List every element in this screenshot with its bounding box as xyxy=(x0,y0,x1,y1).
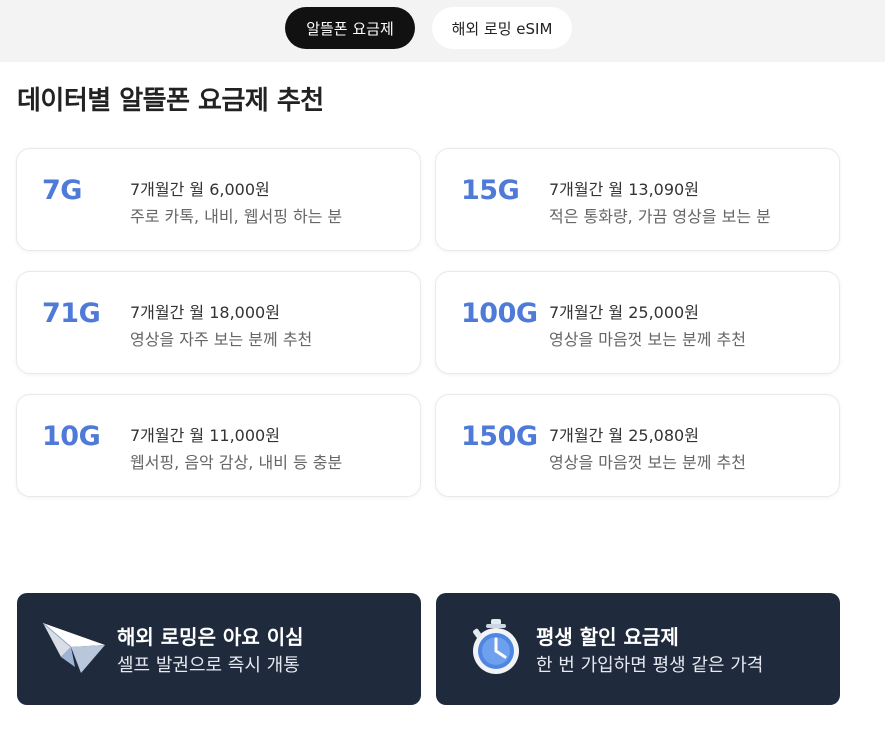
plan-data-amount: 10G xyxy=(42,421,101,452)
plan-card-7g[interactable]: 7G 7개월간 월 6,000원 주로 카톡, 내비, 웹서핑 하는 분 xyxy=(16,148,421,251)
plan-card-10g[interactable]: 10G 7개월간 월 11,000원 웹서핑, 음악 감상, 내비 등 충분 xyxy=(16,394,421,497)
promo-subtitle: 셀프 발권으로 즉시 개통 xyxy=(117,655,300,676)
plan-description: 적은 통화량, 가끔 영상을 보는 분 xyxy=(549,207,771,226)
plan-description: 웹서핑, 음악 감상, 내비 등 충분 xyxy=(130,453,343,472)
plan-price: 7개월간 월 11,000원 xyxy=(130,426,280,445)
promo-roaming-esim[interactable]: 해외 로밍은 아요 이심 셀프 발권으로 즉시 개통 xyxy=(17,593,421,705)
plan-card-15g[interactable]: 15G 7개월간 월 13,090원 적은 통화량, 가끔 영상을 보는 분 xyxy=(435,148,840,251)
plan-price: 7개월간 월 25,000원 xyxy=(549,303,699,322)
promo-subtitle: 한 번 가입하면 평생 같은 가격 xyxy=(536,655,764,676)
plan-card-100g[interactable]: 100G 7개월간 월 25,000원 영상을 마음껏 보는 분께 추천 xyxy=(435,271,840,374)
plan-description: 주로 카톡, 내비, 웹서핑 하는 분 xyxy=(130,207,343,226)
promo-title: 평생 할인 요금제 xyxy=(536,625,679,649)
tab-roaming-esim[interactable]: 해외 로밍 eSIM xyxy=(432,7,572,49)
top-tab-bar: 알뜰폰 요금제 해외 로밍 eSIM xyxy=(0,0,885,62)
plan-data-amount: 15G xyxy=(461,175,520,206)
plan-description: 영상을 자주 보는 분께 추천 xyxy=(130,330,313,349)
plan-description: 영상을 마음껏 보는 분께 추천 xyxy=(549,453,746,472)
plan-data-amount: 7G xyxy=(42,175,82,206)
paper-plane-icon xyxy=(42,622,105,673)
plan-card-71g[interactable]: 71G 7개월간 월 18,000원 영상을 자주 보는 분께 추천 xyxy=(16,271,421,374)
plan-description: 영상을 마음껏 보는 분께 추천 xyxy=(549,330,746,349)
plan-price: 7개월간 월 13,090원 xyxy=(549,180,699,199)
tab-mvno-plans[interactable]: 알뜰폰 요금제 xyxy=(285,7,415,49)
stopwatch-icon xyxy=(473,619,519,674)
plan-data-amount: 71G xyxy=(42,298,101,329)
plan-data-amount: 150G xyxy=(461,421,538,452)
plan-price: 7개월간 월 6,000원 xyxy=(130,180,270,199)
promo-title: 해외 로밍은 아요 이심 xyxy=(117,625,304,649)
plan-price: 7개월간 월 25,080원 xyxy=(549,426,699,445)
promo-lifetime-discount[interactable]: 평생 할인 요금제 한 번 가입하면 평생 같은 가격 xyxy=(436,593,840,705)
plan-price: 7개월간 월 18,000원 xyxy=(130,303,280,322)
plan-data-amount: 100G xyxy=(461,298,538,329)
page-title: 데이터별 알뜰폰 요금제 추천 xyxy=(17,86,324,116)
plan-card-150g[interactable]: 150G 7개월간 월 25,080원 영상을 마음껏 보는 분께 추천 xyxy=(435,394,840,497)
